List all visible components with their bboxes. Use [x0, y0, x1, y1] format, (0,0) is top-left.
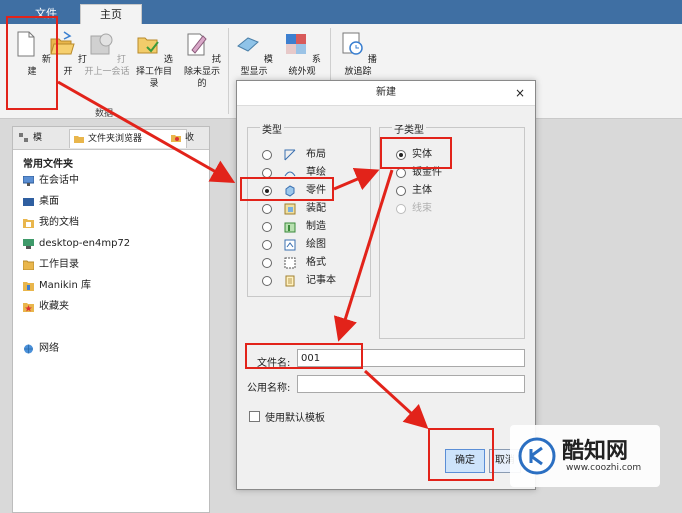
arrow-part-to-solid [333, 167, 380, 191]
arrow-new-to-part [57, 80, 236, 183]
arrow-filename-to-ok [363, 369, 429, 430]
coozhi-logo-icon [518, 437, 556, 475]
watermark-url: www.coozhi.com [566, 463, 642, 473]
watermark-name: 酷知网 [562, 439, 629, 464]
watermark: 酷知网 www.coozhi.com [510, 425, 660, 487]
arrow-solid-to-filename [333, 169, 394, 342]
